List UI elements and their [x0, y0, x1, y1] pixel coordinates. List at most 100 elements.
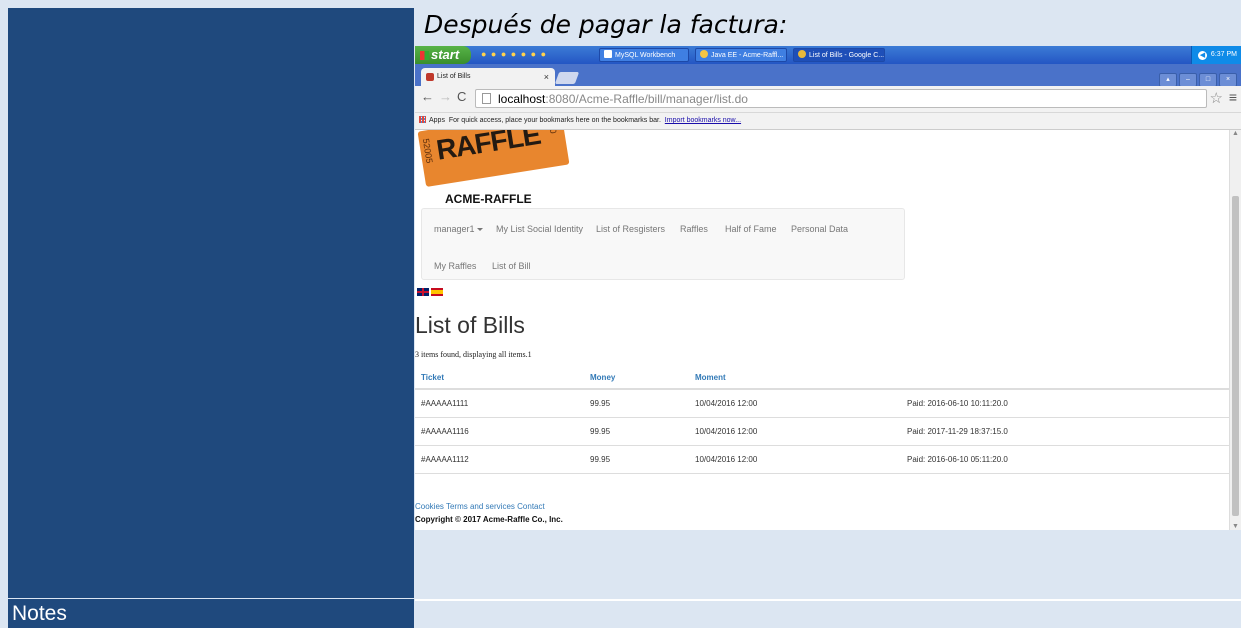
ticket-cell: #AAAAA1111 [415, 388, 584, 418]
english-flag-icon[interactable] [417, 288, 429, 296]
ticket-cell: #AAAAA1116 [415, 417, 584, 446]
nav-my-list-social-identity[interactable]: My List Social Identity [496, 224, 583, 234]
nav-my-raffles[interactable]: My Raffles [434, 261, 476, 271]
logo-number: 250 [546, 130, 558, 134]
column-ticket[interactable]: Ticket [415, 366, 584, 390]
tab-title: List of Bills [437, 73, 471, 80]
terms-link[interactable]: Terms and services [446, 502, 515, 511]
task-label: Java EE - Acme-Raffl... [711, 52, 784, 59]
user-menu[interactable]: manager1 [434, 224, 483, 234]
money-cell: 99.95 [584, 388, 689, 418]
import-bookmarks-link[interactable]: Import bookmarks now... [665, 117, 741, 124]
table-header-row: Ticket Money Moment [415, 366, 1229, 390]
cookies-link[interactable]: Cookies [415, 502, 444, 511]
nav-half-of-fame[interactable]: Half of Fame [725, 224, 777, 234]
logo-number: 52005 [420, 137, 435, 164]
task-chrome[interactable]: List of Bills - Google C... [793, 48, 885, 62]
close-tab-icon[interactable]: × [544, 68, 549, 86]
windows-logo-icon [420, 51, 429, 60]
page-viewport: 52005 RAFFLE 250 ACME-RAFFLE manager1 My… [415, 130, 1229, 530]
tray-icon: ◀ [1197, 51, 1207, 60]
column-money[interactable]: Money [584, 366, 689, 390]
nav-raffles[interactable]: Raffles [680, 224, 708, 234]
mysql-icon [604, 50, 612, 58]
bookmark-star-icon[interactable]: ☆ [1210, 89, 1223, 107]
notes-label: Notes [8, 599, 414, 628]
page-icon [482, 93, 491, 104]
user-menu-label: manager1 [434, 224, 475, 234]
start-label: start [431, 47, 460, 62]
quick-launch-icons[interactable]: ● ● ● ● ● ● ● [481, 49, 547, 59]
nav-list-of-bill[interactable]: List of Bill [492, 261, 531, 271]
table-row: #AAAAA1112 99.95 10/04/2016 12:00 Paid: … [415, 445, 1229, 474]
browser-tab-bar: List of Bills × ▴ – □ × [415, 64, 1241, 87]
nav-list-of-registers[interactable]: List of Resgisters [596, 224, 665, 234]
raffle-logo[interactable]: 52005 RAFFLE 250 [417, 130, 570, 187]
back-icon[interactable]: ← [421, 89, 434, 104]
favicon-icon [426, 73, 434, 81]
task-label: List of Bills - Google C... [809, 52, 885, 59]
tab-list-of-bills[interactable]: List of Bills × [421, 68, 555, 86]
site-name: ACME-RAFFLE [445, 192, 532, 206]
spanish-flag-icon[interactable] [431, 288, 443, 296]
start-button[interactable]: start [415, 46, 471, 64]
page-scrollbar[interactable]: ▲ ▼ [1229, 130, 1241, 530]
close-window-icon[interactable]: × [1219, 73, 1237, 87]
browser-toolbar: ← → C localhost:8080/Acme-Raffle/bill/ma… [415, 86, 1241, 113]
main-navbar: manager1 My List Social Identity List of… [421, 208, 905, 280]
footer-links: Cookies Terms and services Contact [415, 502, 545, 511]
table-row: #AAAAA1116 99.95 10/04/2016 12:00 Paid: … [415, 417, 1229, 446]
eclipse-icon [700, 50, 708, 58]
moment-cell: 10/04/2016 12:00 [689, 445, 901, 474]
status-cell: Paid: 2016-06-10 05:11:20.0 [901, 445, 1229, 474]
url-path: :8080/Acme-Raffle/bill/manager/list.do [545, 92, 748, 106]
copyright: Copyright © 2017 Acme-Raffle Co., Inc. [415, 515, 563, 524]
money-cell: 99.95 [584, 445, 689, 474]
url-host: localhost [498, 92, 546, 106]
chrome-icon [798, 50, 806, 58]
notes-area [415, 599, 1241, 628]
bookmarks-hint: For quick access, place your bookmarks h… [448, 117, 661, 124]
bookmarks-bar: Apps For quick access, place your bookma… [415, 113, 1241, 130]
task-label: MySQL Workbench [615, 52, 676, 59]
moment-cell: 10/04/2016 12:00 [689, 417, 901, 446]
page-title: List of Bills [415, 312, 525, 338]
address-bar[interactable]: localhost:8080/Acme-Raffle/bill/manager/… [475, 89, 1207, 108]
scroll-up-icon[interactable]: ▲ [1232, 130, 1239, 137]
moment-cell: 10/04/2016 12:00 [689, 388, 901, 418]
windows-taskbar: start ● ● ● ● ● ● ● MySQL Workbench Java… [415, 46, 1241, 64]
menu-icon[interactable]: ≡ [1229, 89, 1237, 105]
minimize-icon[interactable]: – [1179, 73, 1197, 87]
nav-personal-data[interactable]: Personal Data [791, 224, 848, 234]
task-java-ee[interactable]: Java EE - Acme-Raffl... [695, 48, 787, 62]
items-found-text: 3 items found, displaying all items.1 [415, 350, 532, 359]
slide-left-panel [8, 8, 414, 598]
caret-down-icon [476, 228, 483, 231]
status-cell: Paid: 2017-11-29 18:37:15.0 [901, 417, 1229, 446]
forward-icon[interactable]: → [439, 89, 452, 104]
reload-icon[interactable]: C [457, 89, 466, 104]
status-cell: Paid: 2016-06-10 10:11:20.0 [901, 388, 1229, 418]
money-cell: 99.95 [584, 417, 689, 446]
window-controls: ▴ – □ × [1157, 68, 1237, 87]
system-tray[interactable]: ◀ 6:37 PM [1191, 46, 1241, 64]
slide-heading: Después de pagar la factura: [424, 10, 788, 39]
column-moment[interactable]: Moment [689, 366, 901, 390]
restore-icon[interactable]: ▴ [1159, 73, 1177, 87]
new-tab-button[interactable] [554, 72, 580, 84]
screenshot: start ● ● ● ● ● ● ● MySQL Workbench Java… [415, 46, 1241, 530]
language-flags [417, 288, 445, 306]
clock: 6:37 PM [1210, 51, 1237, 58]
bills-table: Ticket Money Moment #AAAAA1111 99.95 10/… [415, 366, 1229, 474]
maximize-icon[interactable]: □ [1199, 73, 1217, 87]
task-mysql-workbench[interactable]: MySQL Workbench [599, 48, 689, 62]
table-row: #AAAAA1111 99.95 10/04/2016 12:00 Paid: … [415, 388, 1229, 418]
scroll-thumb[interactable] [1232, 196, 1239, 516]
scroll-down-icon[interactable]: ▼ [1232, 523, 1239, 530]
column-status [901, 366, 1229, 390]
logo-text: RAFFLE [434, 130, 543, 166]
ticket-cell: #AAAAA1112 [415, 445, 584, 474]
apps-label[interactable]: Apps [429, 117, 445, 124]
apps-icon[interactable] [419, 116, 426, 123]
contact-link[interactable]: Contact [517, 502, 545, 511]
